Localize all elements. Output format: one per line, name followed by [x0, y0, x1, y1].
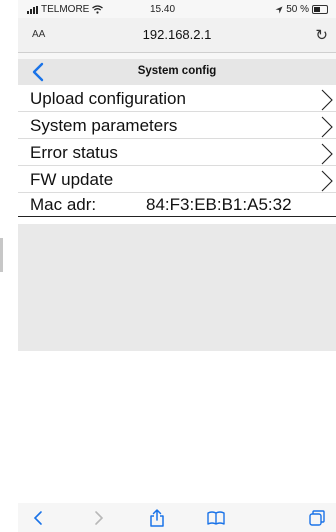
web-content: System config Upload configuration Syste…: [18, 59, 336, 503]
menu-item-fw-update[interactable]: FW update: [18, 166, 336, 193]
page-title: System config: [137, 65, 217, 77]
browser-toolbar: [18, 503, 336, 532]
page-header: System config: [18, 59, 336, 85]
location-icon: [275, 6, 283, 13]
status-time: 15.40: [150, 4, 176, 15]
wifi-icon: [92, 5, 104, 14]
phone-screen: TELMORE 15.40 50 % AA 192.168.2.1 ↻ Syst…: [18, 0, 336, 532]
mac-label: Mac adr:: [30, 195, 97, 214]
battery-icon: [312, 5, 328, 14]
menu-item-error-status[interactable]: Error status: [18, 139, 336, 166]
menu-item-label: FW update: [30, 170, 114, 189]
menu-list: Upload configuration System parameters E…: [18, 85, 336, 217]
bookmarks-icon[interactable]: [206, 508, 226, 528]
tabs-icon[interactable]: [307, 508, 327, 528]
page-edge-marker: [0, 238, 3, 272]
address-bar[interactable]: AA 192.168.2.1 ↻: [18, 18, 336, 53]
share-icon[interactable]: [147, 508, 167, 528]
menu-item-label: System parameters: [30, 116, 178, 135]
chevron-right-icon: [321, 89, 333, 111]
battery-percent: 50 %: [286, 4, 309, 15]
menu-item-label: Upload configuration: [30, 89, 186, 108]
menu-item-upload-configuration[interactable]: Upload configuration: [18, 85, 336, 112]
chevron-right-icon: [321, 116, 333, 138]
menu-item-label: Error status: [30, 143, 118, 162]
signal-icon: [27, 5, 38, 14]
carrier-name: TELMORE: [41, 4, 90, 15]
status-bar: TELMORE 15.40 50 %: [18, 0, 336, 18]
url-field[interactable]: 192.168.2.1: [18, 27, 336, 42]
empty-panel: [18, 224, 336, 351]
reload-icon[interactable]: ↻: [315, 26, 328, 44]
mac-address-row: Mac adr: 84:F3:EB:B1:A5:32: [18, 193, 336, 217]
forward-icon[interactable]: [88, 508, 108, 528]
chevron-right-icon: [321, 170, 333, 192]
menu-item-system-parameters[interactable]: System parameters: [18, 112, 336, 139]
mac-value: 84:F3:EB:B1:A5:32: [146, 195, 292, 214]
back-icon[interactable]: [29, 508, 49, 528]
chevron-right-icon: [321, 143, 333, 165]
